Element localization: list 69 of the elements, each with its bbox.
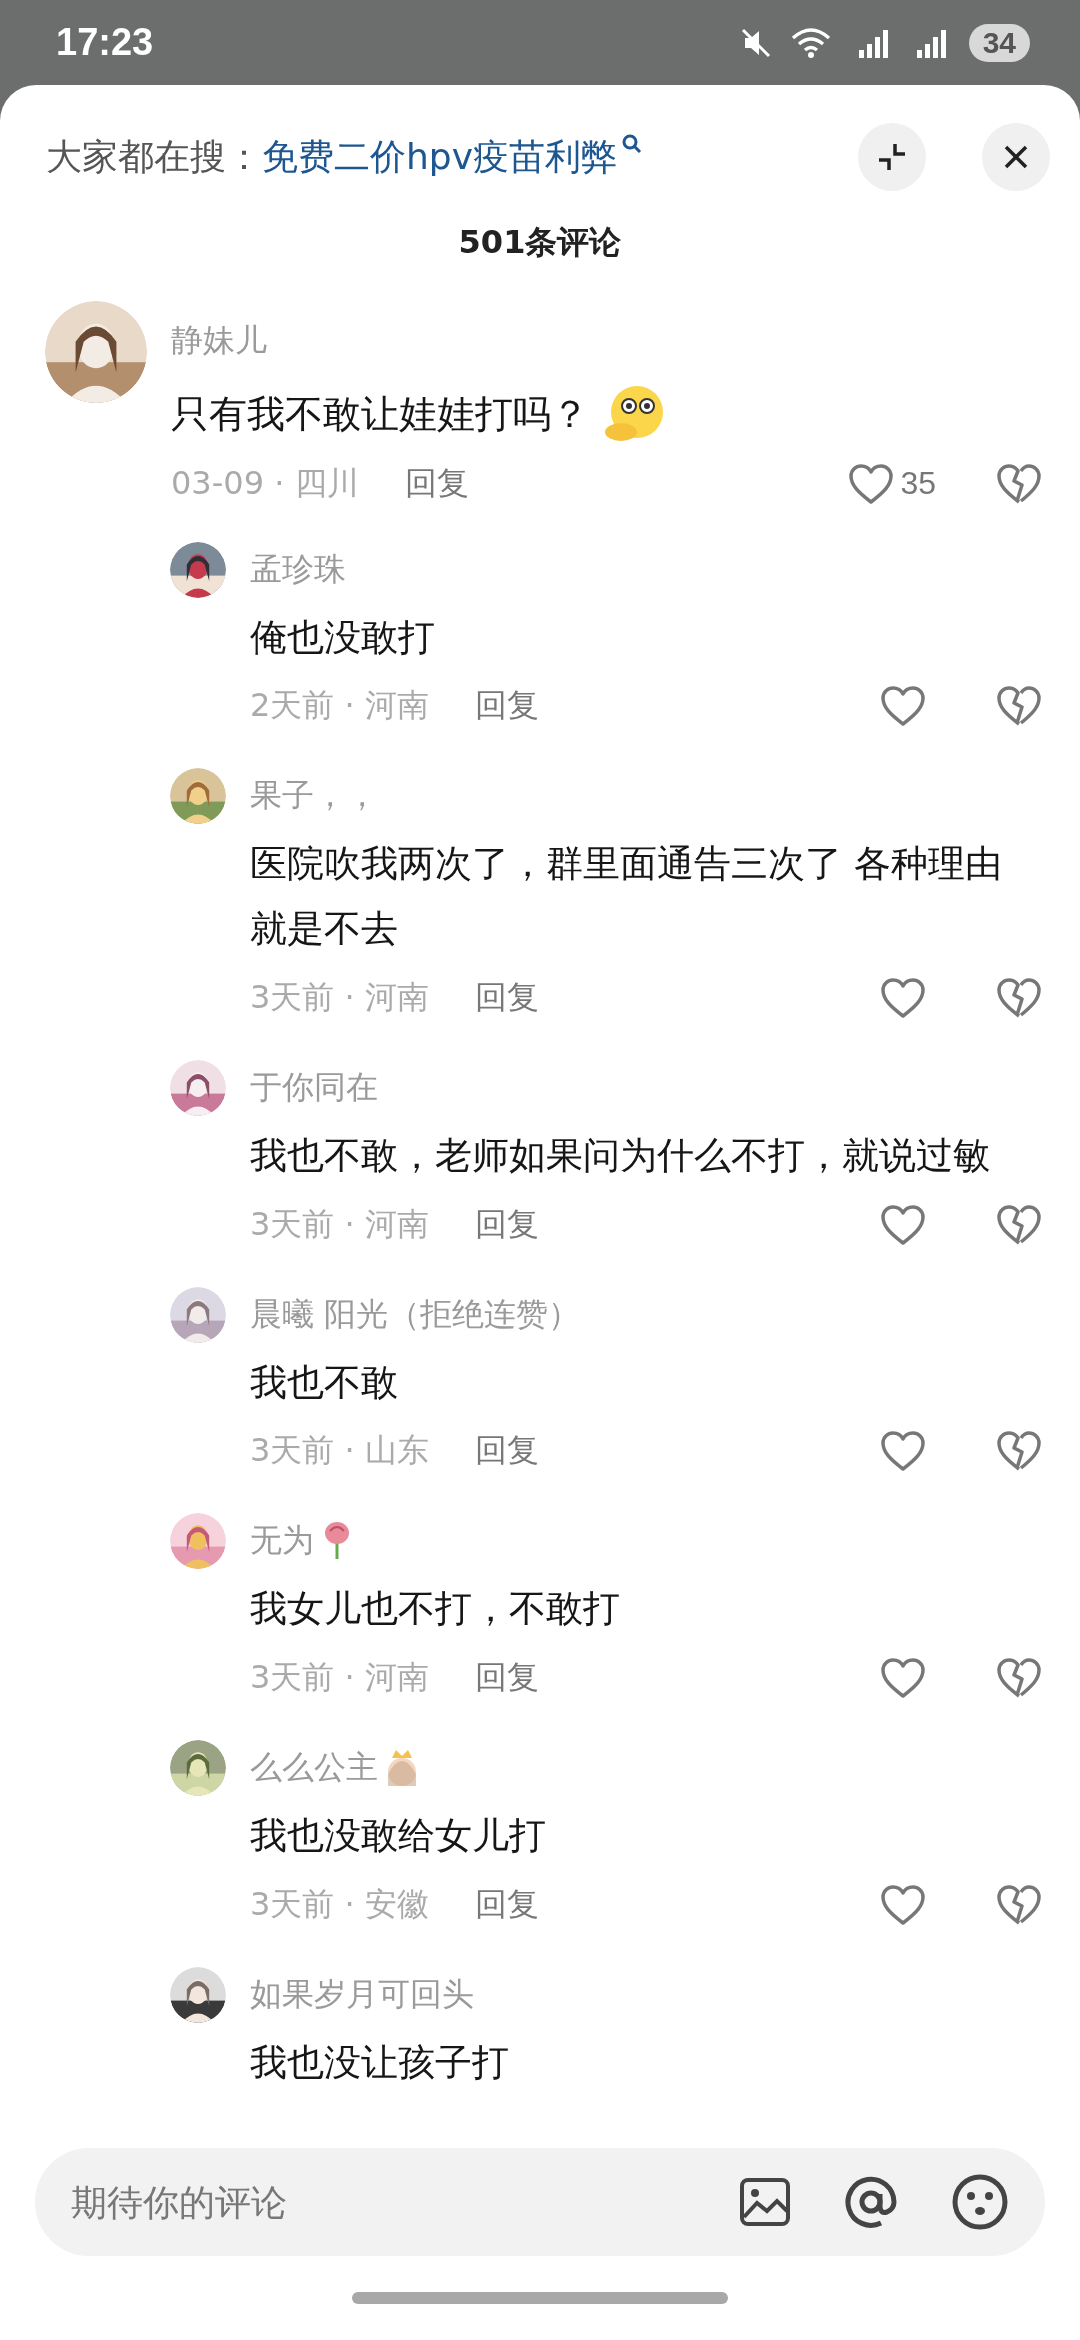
like-button[interactable]	[880, 685, 926, 728]
comment-date-location: 3天前 · 河南	[250, 1203, 429, 1245]
commenter-name: 么么公主	[250, 1747, 378, 1788]
comment-text: 我也不敢	[250, 1359, 398, 1406]
emoji-icon[interactable]	[951, 2173, 1009, 2231]
like-button[interactable]	[880, 1430, 926, 1473]
reply-button[interactable]: 回复	[474, 1656, 539, 1700]
dislike-button[interactable]	[996, 1883, 1042, 1926]
comment-text: 我女儿也不打，不敢打	[250, 1586, 620, 1633]
dislike-button[interactable]	[996, 1657, 1042, 1699]
reply-button[interactable]: 回复	[474, 1882, 539, 1927]
comment-text: 我也不敢，老师如果问为什么不打，就说过敏	[250, 1132, 990, 1179]
comment-input[interactable]: 期待你的评论	[69, 2180, 687, 2224]
comment-date-location: 3天前 · 河南	[250, 976, 429, 1018]
heart-icon	[880, 1203, 926, 1246]
battery-level: 34	[968, 23, 1030, 62]
comment-text: 我也没敢给女儿打	[250, 1813, 546, 1859]
comment-text: 医院吹我两次了，群里面通告三次了 各种理由就是不去	[250, 841, 1003, 952]
broken-heart-icon	[996, 1883, 1042, 1926]
broken-heart-icon	[996, 462, 1042, 505]
dislike-button[interactable]	[996, 976, 1042, 1019]
heart-icon	[880, 685, 926, 728]
like-button[interactable]	[880, 1883, 926, 1926]
commenter-name: 静妹儿	[171, 320, 267, 361]
like-button[interactable]	[880, 1657, 926, 1699]
image-icon[interactable]	[739, 2177, 791, 2227]
comment-text: 俺也没敢打	[250, 614, 435, 661]
status-time: 17:23	[56, 21, 154, 64]
comment-date-location: 3天前 · 河南	[250, 1657, 429, 1698]
like-button[interactable]: 35	[848, 462, 936, 505]
broken-heart-icon	[996, 976, 1042, 1019]
broken-heart-icon	[996, 1203, 1042, 1246]
search-suggestion-link[interactable]: 免费二价hpv疫苗利弊	[262, 132, 643, 182]
dislike-button[interactable]	[996, 685, 1042, 728]
broken-heart-icon	[996, 1430, 1042, 1473]
heart-icon	[880, 1883, 926, 1926]
dislike-button[interactable]	[996, 1203, 1042, 1246]
commenter-name: 于你同在	[250, 1066, 378, 1108]
dislike-button[interactable]	[996, 462, 1042, 505]
commenter-name: 果子，，	[250, 775, 378, 817]
comment-text: 我也没让孩子打	[250, 2039, 509, 2086]
reply-button[interactable]: 回复	[474, 975, 539, 1020]
commenter-name: 晨曦 阳光（拒绝连赞）	[250, 1293, 581, 1335]
search-hint-label: 大家都在搜：	[46, 134, 262, 179]
broken-heart-icon	[996, 685, 1042, 728]
dislike-button[interactable]	[996, 1430, 1042, 1473]
like-button[interactable]	[880, 976, 926, 1019]
like-button[interactable]	[880, 1203, 926, 1246]
like-count: 35	[900, 465, 936, 502]
comment-text: 只有我不敢让娃娃打吗？	[171, 391, 589, 438]
broken-heart-icon	[996, 1657, 1042, 1699]
commenter-name: 无为	[250, 1520, 314, 1562]
reply-button[interactable]: 回复	[474, 1429, 539, 1474]
comment-count-title: 501条评论	[457, 222, 623, 263]
heart-icon	[880, 1657, 926, 1699]
heart-icon	[848, 462, 895, 505]
heart-icon	[880, 976, 926, 1019]
comment-date-location: 03-09 · 四川	[171, 462, 359, 504]
comment-date-location: 3天前 · 安徽	[250, 1883, 429, 1925]
reply-button[interactable]: 回复	[474, 684, 539, 729]
reply-button[interactable]: 回复	[404, 461, 469, 506]
comment-date-location: 2天前 · 河南	[250, 685, 429, 727]
heart-icon	[880, 1430, 926, 1473]
mention-icon[interactable]	[843, 2174, 899, 2230]
reply-button[interactable]: 回复	[474, 1202, 539, 1247]
search-icon	[621, 132, 643, 155]
commenter-name: 孟珍珠	[250, 548, 346, 590]
comment-date-location: 3天前 · 山东	[250, 1430, 429, 1472]
commenter-name: 如果岁月可回头	[250, 1973, 474, 2015]
